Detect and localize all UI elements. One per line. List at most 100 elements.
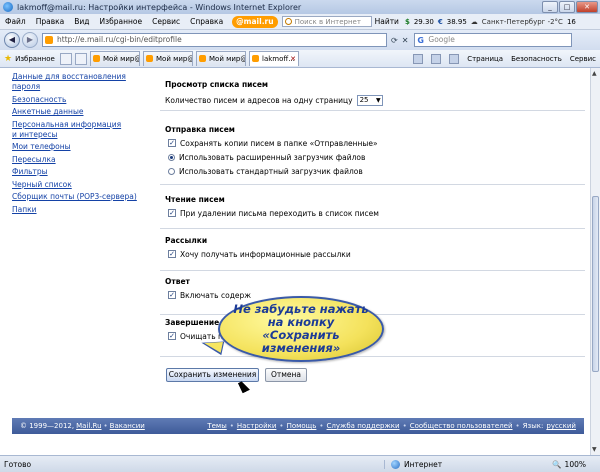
- footer-link-settings[interactable]: Настройки: [237, 422, 277, 430]
- go-to-list-checkbox[interactable]: ✓: [168, 209, 176, 217]
- reminder-callout: Не забудьте нажать на кнопку «Сохранить …: [218, 296, 384, 362]
- language-label: Язык:: [522, 422, 544, 430]
- forward-button[interactable]: ▶: [22, 32, 38, 48]
- sidebar-link-blacklist[interactable]: Черный список: [12, 180, 152, 190]
- footer-link-support[interactable]: Служба поддержки: [327, 422, 400, 430]
- chevron-down-icon: ▼: [375, 96, 381, 104]
- sidebar-link-forwarding[interactable]: Пересылка: [12, 155, 152, 165]
- scroll-up-icon[interactable]: ▲: [592, 70, 597, 77]
- menu-edit[interactable]: Правка: [31, 17, 70, 26]
- footer-link-community[interactable]: Сообщество пользователей: [410, 422, 513, 430]
- separator: •: [279, 422, 284, 430]
- sidebar-link-password-recovery[interactable]: Данные для восстановления пароля: [12, 72, 152, 92]
- site-favicon-icon: [45, 36, 53, 44]
- back-button[interactable]: ◀: [4, 32, 20, 48]
- scroll-down-icon[interactable]: ▼: [592, 446, 597, 453]
- footer-link-themes[interactable]: Темы: [207, 422, 226, 430]
- favorites-button[interactable]: ★ Избранное: [0, 54, 58, 64]
- minimize-button[interactable]: _: [542, 1, 558, 13]
- menu-tools[interactable]: Сервис: [147, 17, 185, 26]
- tab-list-buttons: [60, 52, 87, 65]
- clear-folder-checkbox[interactable]: ✓: [168, 332, 176, 340]
- menu-file[interactable]: Файл: [0, 17, 31, 26]
- window-title: lakmoff@mail.ru: Настройки интерфейса - …: [17, 2, 302, 12]
- window-controls: _ □ ✕: [542, 1, 598, 13]
- page-footer: © 1999—2012, Mail.Ru • Вакансии Темы • Н…: [12, 418, 584, 434]
- address-actions: ⟳ ✕: [391, 36, 408, 45]
- reply-include-checkbox[interactable]: ✓: [168, 291, 176, 299]
- quick-tabs-icon[interactable]: [60, 52, 72, 65]
- go-to-list-row: ✓ При удалении письма переходить в списо…: [165, 207, 585, 219]
- close-button[interactable]: ✕: [576, 1, 598, 13]
- footer-left: © 1999—2012, Mail.Ru • Вакансии: [20, 422, 145, 430]
- weather-text[interactable]: Санкт-Петербург -2°C: [482, 18, 563, 26]
- euro-icon: €: [437, 17, 443, 26]
- tab-3[interactable]: Мой мир@M...: [196, 51, 246, 66]
- footer-link-help[interactable]: Помощь: [287, 422, 317, 430]
- standard-uploader-radio[interactable]: [168, 167, 175, 175]
- close-tab-icon[interactable]: ✕: [290, 52, 296, 66]
- separator: •: [319, 422, 324, 430]
- scrollbar-thumb[interactable]: [592, 196, 599, 372]
- zoom-control[interactable]: 🔍 100%: [552, 460, 600, 469]
- tab-4-active[interactable]: lakmoff... ✕: [249, 51, 299, 66]
- menu-help[interactable]: Справка: [185, 17, 228, 26]
- save-copies-checkbox[interactable]: ✓: [168, 139, 176, 147]
- address-bar: ◀ ▶ http://e.mail.ru/cgi-bin/editprofile…: [0, 30, 600, 50]
- advanced-uploader-radio[interactable]: [168, 153, 175, 161]
- find-button[interactable]: Найти: [375, 17, 399, 26]
- standard-uploader-row: Использовать стандартный загрузчик файло…: [165, 165, 585, 177]
- service-menu[interactable]: Сервис: [570, 55, 596, 63]
- sidebar-link-security[interactable]: Безопасность: [12, 95, 152, 105]
- dollar-rate: 29.30: [413, 17, 434, 26]
- toolbar-search-input[interactable]: Поиск в Интернет: [281, 16, 372, 27]
- menu-favorites[interactable]: Избранное: [95, 17, 148, 26]
- footer-link-mailru[interactable]: Mail.Ru: [76, 422, 101, 430]
- menu-view[interactable]: Вид: [69, 17, 94, 26]
- sidebar-link-personal-info-cont[interactable]: и интересы: [12, 130, 152, 140]
- page-menu[interactable]: Страница: [467, 55, 503, 63]
- mailings-checkbox[interactable]: ✓: [168, 250, 176, 258]
- page-scrollbar[interactable]: ▲ ▼: [590, 68, 600, 455]
- go-to-list-label: При удалении письма переходить в список …: [180, 208, 379, 218]
- copyright-text: © 1999—2012,: [20, 422, 75, 430]
- security-menu[interactable]: Безопасность: [511, 55, 562, 63]
- section-divider: [160, 228, 585, 229]
- tab-list-icon[interactable]: [75, 52, 87, 65]
- tab-2[interactable]: Мой мир@M...: [143, 51, 193, 66]
- window-titlebar: lakmoff@mail.ru: Настройки интерфейса - …: [0, 0, 600, 14]
- section-divider: [160, 110, 585, 111]
- tab-favicon-icon: [252, 55, 259, 62]
- sidebar-link-personal-info[interactable]: Персональная информация: [12, 120, 152, 130]
- euro-rate: 38.95: [446, 17, 467, 26]
- stop-icon[interactable]: ✕: [402, 36, 409, 45]
- footer-link-vacancies[interactable]: Вакансии: [110, 422, 145, 430]
- footer-right: Темы • Настройки • Помощь • Служба подде…: [207, 422, 576, 430]
- star-icon: ★: [4, 53, 13, 64]
- sidebar-link-profile[interactable]: Анкетные данные: [12, 107, 152, 117]
- separator: •: [103, 422, 108, 430]
- cancel-button[interactable]: Отмена: [265, 368, 307, 382]
- print-icon[interactable]: [449, 53, 460, 64]
- extra-count[interactable]: 16: [567, 18, 576, 26]
- list-count-select[interactable]: 25 ▼: [356, 94, 383, 106]
- mailru-toolbar-logo[interactable]: @mail.ru: [232, 15, 278, 28]
- tab-bar: ★ Избранное Мой мир@M... Мой мир@M... Мо…: [0, 50, 600, 68]
- globe-icon: [391, 459, 400, 469]
- sidebar-link-folders[interactable]: Папки: [12, 205, 152, 215]
- save-copies-row: ✓ Сохранять копии писем в папке «Отправл…: [165, 137, 585, 149]
- url-input[interactable]: http://e.mail.ru/cgi-bin/editprofile: [42, 33, 387, 47]
- tab-1[interactable]: Мой мир@M...: [90, 51, 140, 66]
- section-title-sending: Отправка писем: [165, 125, 235, 134]
- section-divider: [160, 356, 585, 357]
- home-icon[interactable]: [413, 53, 424, 64]
- maximize-button[interactable]: □: [559, 1, 575, 13]
- language-select[interactable]: русский: [546, 422, 576, 430]
- sidebar-link-pop3[interactable]: Сборщик почты (POP3-сервера): [12, 192, 152, 202]
- sidebar-link-filters[interactable]: Фильтры: [12, 167, 152, 177]
- google-search-input[interactable]: G Google: [414, 33, 573, 47]
- sidebar-link-phones[interactable]: Мои телефоны: [12, 142, 152, 152]
- refresh-icon[interactable]: ⟳: [391, 36, 398, 45]
- status-text: Готово: [4, 459, 32, 469]
- feeds-icon[interactable]: [431, 53, 442, 64]
